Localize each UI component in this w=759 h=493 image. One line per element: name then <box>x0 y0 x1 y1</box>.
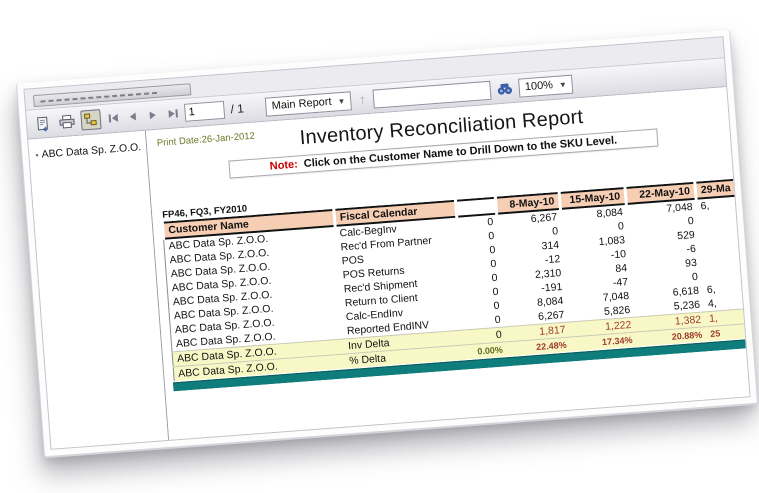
search-text-input[interactable] <box>372 80 492 109</box>
previous-page-button[interactable] <box>124 107 141 126</box>
viewer-content: ▪ ABC Data Sp. Z.O.O. Print Date:26-Jan-… <box>28 87 750 449</box>
go-to-icon[interactable]: ↑ <box>355 92 370 107</box>
report-view-label: Main Report <box>271 95 332 113</box>
chevron-down-icon: ▼ <box>558 79 568 90</box>
zoom-level-label: 100% <box>524 79 554 94</box>
export-button[interactable] <box>32 113 53 134</box>
export-icon <box>37 116 49 132</box>
zoom-level-dropdown[interactable]: 100% ▼ <box>518 74 574 98</box>
first-page-button[interactable] <box>104 109 121 128</box>
search-button[interactable] <box>494 78 515 99</box>
group-tree-item-label: ABC Data Sp. Z.O.O. <box>41 141 142 161</box>
group-tree-panel: ▪ ABC Data Sp. Z.O.O. <box>28 130 170 449</box>
page-background: / 1 Main Report ▼ ↑ <box>0 0 759 493</box>
chevron-down-icon: ▼ <box>337 96 346 106</box>
previous-page-icon <box>129 112 137 121</box>
report-viewer-window: / 1 Main Report ▼ ↑ <box>23 36 751 450</box>
tree-node-icon: ▪ <box>35 149 39 161</box>
report-page: Print Date:26-Jan-2012 Inventory Reconci… <box>145 87 750 440</box>
page-total-label: / 1 <box>230 101 245 117</box>
value-cell: 0.00% <box>466 341 508 360</box>
report-view-dropdown[interactable]: Main Report ▼ <box>265 90 353 117</box>
page-number-input[interactable] <box>183 100 226 122</box>
last-page-button[interactable] <box>164 104 181 123</box>
screenshot-frame: / 1 Main Report ▼ ↑ <box>16 29 758 457</box>
note-label: Note: <box>269 158 299 173</box>
last-page-icon <box>167 109 175 119</box>
preview-tab-text-blur <box>40 91 161 103</box>
next-page-icon <box>149 110 157 120</box>
binoculars-search-icon <box>498 83 513 95</box>
print-icon <box>59 114 75 129</box>
group-tree-item[interactable]: ▪ ABC Data Sp. Z.O.O. <box>35 141 143 161</box>
print-button[interactable] <box>56 111 77 132</box>
toggle-group-tree-icon <box>83 113 97 126</box>
next-page-button[interactable] <box>144 106 161 125</box>
toggle-group-tree-button[interactable] <box>80 109 102 131</box>
